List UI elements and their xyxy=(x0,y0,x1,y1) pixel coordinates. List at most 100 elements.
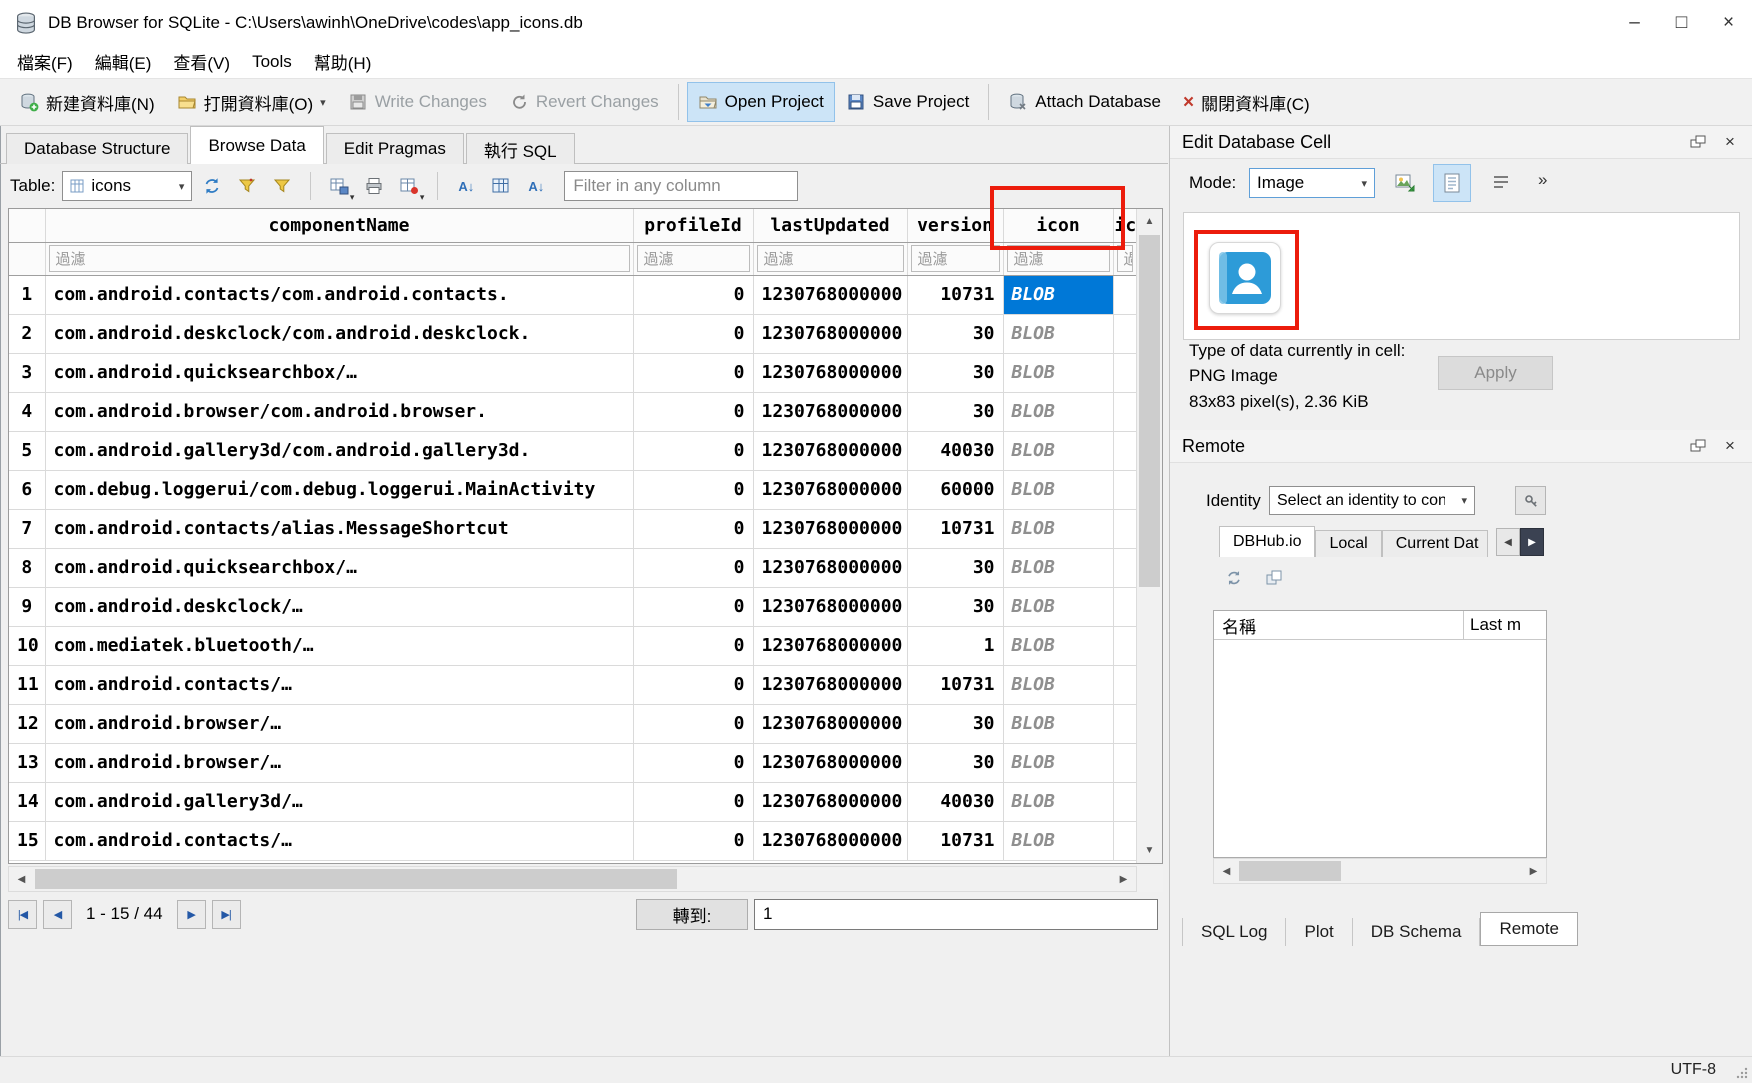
version-cell[interactable]: 30 xyxy=(907,314,1003,353)
clipped-cell[interactable] xyxy=(1113,704,1136,743)
column-header-componentname[interactable]: componentName xyxy=(45,209,633,242)
scroll-left-icon[interactable]: ◀ xyxy=(9,867,34,891)
clipped-cell[interactable] xyxy=(1113,314,1136,353)
row-number[interactable]: 5 xyxy=(9,431,45,470)
clipped-cell[interactable] xyxy=(1113,548,1136,587)
row-number[interactable]: 3 xyxy=(9,353,45,392)
icon-cell-selected[interactable]: BLOB xyxy=(1003,275,1113,314)
componentname-cell[interactable]: com.android.browser/com.android.browser. xyxy=(45,392,633,431)
icon-cell[interactable]: BLOB xyxy=(1003,548,1113,587)
clipped-cell[interactable] xyxy=(1113,353,1136,392)
remote-refresh-button[interactable] xyxy=(1219,563,1249,593)
last-record-button[interactable]: ▶| xyxy=(212,900,241,929)
open-database-caret-icon[interactable]: ▾ xyxy=(320,96,326,109)
lastupdated-cell[interactable]: 1230768000000 xyxy=(753,587,907,626)
lastupdated-cell[interactable]: 1230768000000 xyxy=(753,470,907,509)
previous-record-button[interactable]: ◀ xyxy=(43,900,72,929)
version-cell[interactable]: 60000 xyxy=(907,470,1003,509)
version-cell[interactable]: 40030 xyxy=(907,431,1003,470)
new-record-caret-icon[interactable]: ▾ xyxy=(420,192,425,203)
lastupdated-cell[interactable]: 1230768000000 xyxy=(753,314,907,353)
remote-tab-local[interactable]: Local xyxy=(1315,530,1381,557)
icon-cell[interactable]: BLOB xyxy=(1003,743,1113,782)
scroll-down-icon[interactable]: ▼ xyxy=(1137,838,1162,863)
componentname-cell[interactable]: com.android.gallery3d/… xyxy=(45,782,633,821)
profileid-cell[interactable]: 0 xyxy=(633,665,753,704)
profileid-cell[interactable]: 0 xyxy=(633,275,753,314)
icon-cell[interactable]: BLOB xyxy=(1003,470,1113,509)
tab-scroll-left-icon[interactable]: ◀ xyxy=(1496,528,1520,556)
remote-column-name[interactable]: 名稱 xyxy=(1214,613,1463,638)
row-number[interactable]: 15 xyxy=(9,821,45,860)
componentname-cell[interactable]: com.android.contacts/… xyxy=(45,665,633,704)
scroll-right-icon[interactable]: ▶ xyxy=(1111,867,1136,891)
write-changes-button[interactable]: Write Changes xyxy=(337,82,498,122)
lastupdated-cell[interactable]: 1230768000000 xyxy=(753,392,907,431)
horizontal-scroll-thumb[interactable] xyxy=(35,869,677,889)
profileid-cell[interactable]: 0 xyxy=(633,704,753,743)
toolbar-overflow-icon[interactable]: » xyxy=(1538,170,1547,190)
componentname-cell[interactable]: com.android.quicksearchbox/… xyxy=(45,548,633,587)
remote-horizontal-scrollbar[interactable]: ◀ ▶ xyxy=(1213,858,1547,884)
profileid-cell[interactable]: 0 xyxy=(633,821,753,860)
dock-tab-db-schema[interactable]: DB Schema xyxy=(1353,918,1481,946)
filter-profileid-input[interactable]: 過濾 xyxy=(637,245,750,272)
sort-asc-button[interactable]: A↓ xyxy=(451,171,481,201)
remote-column-last-modified[interactable]: Last m xyxy=(1463,611,1546,639)
column-header-version[interactable]: version xyxy=(907,209,1003,242)
apply-button[interactable]: Apply xyxy=(1438,356,1553,390)
dock-tab-remote[interactable]: Remote xyxy=(1480,912,1578,946)
row-number[interactable]: 1 xyxy=(9,275,45,314)
lastupdated-cell[interactable]: 1230768000000 xyxy=(753,821,907,860)
componentname-cell[interactable]: com.android.contacts/alias.MessageShortc… xyxy=(45,509,633,548)
clipped-cell[interactable] xyxy=(1113,470,1136,509)
column-header-clipped[interactable]: ic xyxy=(1113,209,1136,242)
icon-cell[interactable]: BLOB xyxy=(1003,704,1113,743)
version-cell[interactable]: 10731 xyxy=(907,665,1003,704)
version-cell[interactable]: 30 xyxy=(907,353,1003,392)
lastupdated-cell[interactable]: 1230768000000 xyxy=(753,743,907,782)
lastupdated-cell[interactable]: 1230768000000 xyxy=(753,509,907,548)
icon-cell[interactable]: BLOB xyxy=(1003,431,1113,470)
goto-record-input[interactable] xyxy=(754,899,1158,930)
dock-tab-sql-log[interactable]: SQL Log xyxy=(1182,918,1286,946)
lastupdated-cell[interactable]: 1230768000000 xyxy=(753,665,907,704)
row-number[interactable]: 11 xyxy=(9,665,45,704)
profileid-cell[interactable]: 0 xyxy=(633,431,753,470)
clipped-cell[interactable] xyxy=(1113,821,1136,860)
remote-tab-current-database[interactable]: Current Dat xyxy=(1382,530,1488,557)
version-cell[interactable]: 10731 xyxy=(907,275,1003,314)
profileid-cell[interactable]: 0 xyxy=(633,314,753,353)
row-number[interactable]: 9 xyxy=(9,587,45,626)
close-button[interactable]: × xyxy=(1705,0,1752,45)
vertical-scroll-thumb[interactable] xyxy=(1139,235,1160,587)
version-cell[interactable]: 30 xyxy=(907,392,1003,431)
filter-clipped-input[interactable]: 過濾 xyxy=(1117,245,1133,272)
clipped-cell[interactable] xyxy=(1113,782,1136,821)
revert-changes-button[interactable]: Revert Changes xyxy=(498,82,670,122)
componentname-cell[interactable]: com.android.quicksearchbox/… xyxy=(45,353,633,392)
componentname-cell[interactable]: com.android.deskclock/com.android.deskcl… xyxy=(45,314,633,353)
clipped-cell[interactable] xyxy=(1113,431,1136,470)
row-number[interactable]: 6 xyxy=(9,470,45,509)
tab-database-structure[interactable]: Database Structure xyxy=(6,133,188,164)
icon-cell[interactable]: BLOB xyxy=(1003,353,1113,392)
lastupdated-cell[interactable]: 1230768000000 xyxy=(753,275,907,314)
select-table-button[interactable] xyxy=(486,171,516,201)
row-number[interactable]: 12 xyxy=(9,704,45,743)
close-database-button[interactable]: × 關閉資料庫(C) xyxy=(1172,82,1321,122)
new-database-button[interactable]: 新建資料庫(N) xyxy=(8,82,166,122)
componentname-cell[interactable]: com.android.browser/… xyxy=(45,704,633,743)
filter-icon-button[interactable] xyxy=(267,171,297,201)
menu-edit[interactable]: 編輯(E) xyxy=(84,45,163,78)
mode-select[interactable]: Image ▾ xyxy=(1249,168,1375,198)
icon-cell[interactable]: BLOB xyxy=(1003,782,1113,821)
componentname-cell[interactable]: com.debug.loggerui/com.debug.loggerui.Ma… xyxy=(45,470,633,509)
menu-tools[interactable]: Tools xyxy=(241,45,303,78)
identity-settings-button[interactable] xyxy=(1515,486,1546,515)
version-cell[interactable]: 1 xyxy=(907,626,1003,665)
maximize-button[interactable]: □ xyxy=(1658,0,1705,45)
save-table-caret-icon[interactable]: ▾ xyxy=(350,192,355,203)
filter-componentname-input[interactable]: 過濾 xyxy=(49,245,630,272)
horizontal-scrollbar[interactable]: ◀ ▶ xyxy=(8,866,1137,892)
